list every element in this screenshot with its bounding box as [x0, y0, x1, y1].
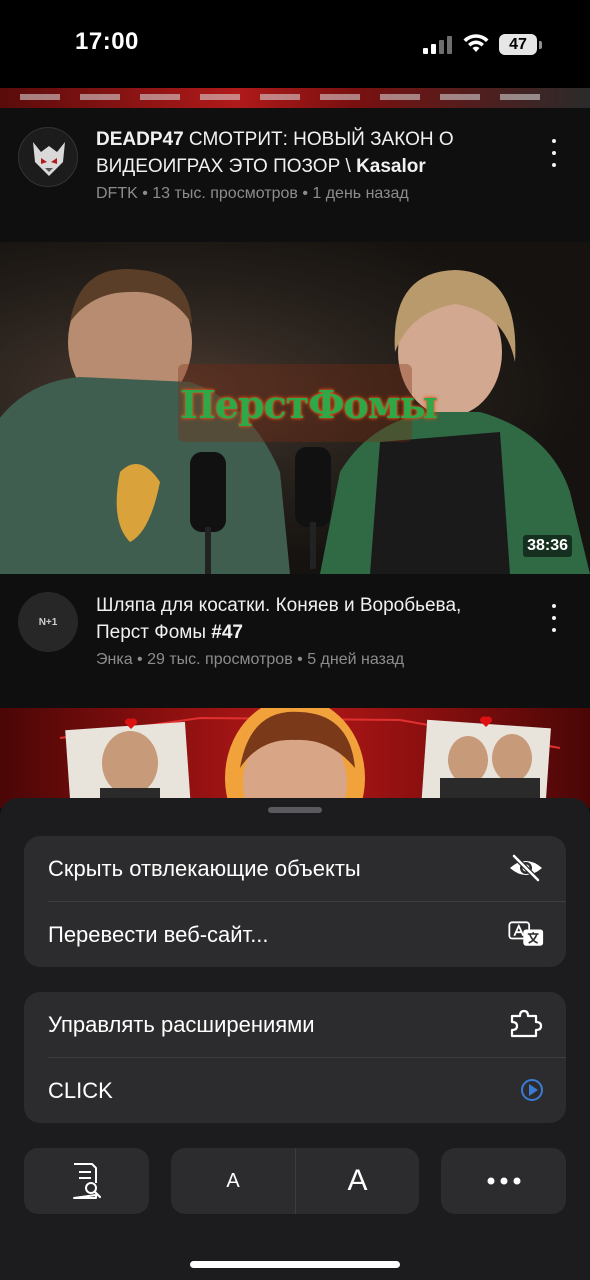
translate-icon [508, 921, 544, 946]
video-thumbnail-partial[interactable] [0, 708, 590, 808]
video-title[interactable]: DEADP47 СМОТРИТ: НОВЫЙ ЗАКОН О ВИДЕОИГРА… [96, 126, 506, 180]
video-thumbnail[interactable]: ПерстФомы 38:36 [0, 242, 590, 574]
extension-icon [510, 1009, 543, 1038]
video-item[interactable]: DEADP47 СМОТРИТ: НОВЫЙ ЗАКОН О ВИДЕОИГРА… [0, 108, 590, 242]
video-title[interactable]: Шляпа для косатки. Коняев и Воробьева, П… [96, 592, 506, 646]
video-duration: 38:36 [523, 535, 572, 557]
find-on-page-button[interactable] [24, 1148, 149, 1214]
video-thumbnail-partial[interactable] [0, 88, 590, 108]
decrease-text-size-button[interactable]: A [171, 1148, 295, 1214]
channel-name[interactable]: DFTK [96, 185, 138, 202]
click-extension-icon [521, 1079, 543, 1101]
wifi-icon [463, 34, 489, 52]
video-item[interactable]: N+1 Шляпа для косатки. Коняев и Воробьев… [0, 574, 590, 708]
home-indicator[interactable] [190, 1261, 400, 1268]
status-time: 17:00 [75, 28, 139, 55]
menu-item-label: Управлять расширениями [48, 1012, 315, 1037]
status-bar: 17:00 47 [0, 0, 590, 88]
more-options-icon[interactable] [545, 139, 563, 167]
menu-item-hide-distracting[interactable]: Скрыть отвлекающие объекты [24, 836, 566, 901]
view-count: 13 тыс. просмотров [152, 185, 298, 202]
channel-name[interactable]: Энка [96, 651, 133, 668]
battery-indicator: 47 [499, 34, 537, 55]
menu-item-label: Скрыть отвлекающие объекты [48, 856, 361, 881]
more-button[interactable] [441, 1148, 566, 1214]
view-count: 29 тыс. просмотров [147, 651, 293, 668]
show-logo-text: ПерстФомы [180, 382, 438, 427]
wolf-logo-icon [33, 142, 65, 176]
channel-avatar[interactable]: N+1 [18, 592, 78, 652]
menu-group: Управлять расширениями CLICK [24, 992, 566, 1123]
menu-item-label: Перевести веб-сайт... [48, 922, 269, 947]
battery-cap [539, 41, 542, 49]
eye-slash-icon [510, 854, 542, 882]
more-options-icon[interactable] [545, 604, 563, 632]
ellipsis-icon [487, 1177, 521, 1185]
menu-item-label: CLICK [48, 1078, 113, 1103]
menu-item-click-extension[interactable]: CLICK [24, 1058, 566, 1123]
menu-group: Скрыть отвлекающие объекты Перевести веб… [24, 836, 566, 967]
video-meta: Энка • 29 тыс. просмотров • 5 дней назад [96, 651, 405, 668]
text-size-control: A A [171, 1148, 419, 1214]
upload-age: 1 день назад [312, 185, 409, 202]
news-collage-image [59, 708, 561, 808]
menu-item-translate[interactable]: Перевести веб-сайт... [24, 902, 566, 967]
increase-text-size-button[interactable]: A [296, 1148, 419, 1214]
upload-age: 5 дней назад [307, 651, 405, 668]
menu-item-manage-extensions[interactable]: Управлять расширениями [24, 992, 566, 1057]
cellular-signal-icon [423, 34, 453, 54]
sheet-grabber[interactable] [268, 807, 322, 813]
page-search-icon [73, 1163, 102, 1199]
video-meta: DFTK • 13 тыс. просмотров • 1 день назад [96, 185, 409, 202]
channel-avatar[interactable] [18, 127, 78, 187]
